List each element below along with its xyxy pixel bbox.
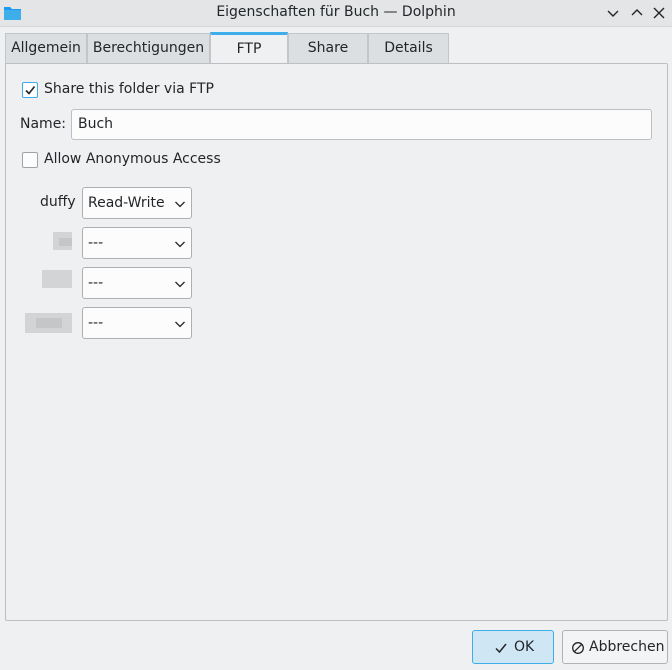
chevron-down-icon [175, 281, 185, 288]
user-label-duffy: duffy [40, 194, 76, 210]
ok-label: OK [514, 639, 535, 655]
anonymous-access-checkbox[interactable] [22, 152, 38, 168]
permission-value: --- [88, 315, 104, 331]
share-ftp-label[interactable]: Share this folder via FTP [44, 81, 214, 97]
tab-berechtigungen[interactable]: Berechtigungen [87, 33, 210, 64]
window-title: Eigenschaften für Buch — Dolphin [216, 4, 456, 20]
cancel-label: Abbrechen [589, 639, 665, 655]
cancel-icon [572, 642, 584, 654]
permission-select-user-3[interactable]: --- [82, 267, 192, 299]
chevron-down-icon [175, 201, 185, 208]
minimize-icon[interactable] [604, 4, 622, 22]
maximize-icon[interactable] [628, 4, 646, 22]
ok-button[interactable]: OK [472, 630, 554, 664]
checkmark-icon [495, 643, 507, 654]
close-icon[interactable] [650, 4, 668, 22]
permission-select-user-2[interactable]: --- [82, 227, 192, 259]
permission-value: --- [88, 275, 104, 291]
chevron-down-icon [175, 241, 185, 248]
cancel-button[interactable]: Abbrechen [562, 630, 668, 664]
permission-value: Read-Write [88, 195, 165, 211]
ftp-panel [5, 63, 668, 621]
permission-value: --- [88, 235, 104, 251]
name-input[interactable]: Buch [71, 109, 652, 140]
tab-details[interactable]: Details [368, 33, 449, 64]
tab-allgemein[interactable]: Allgemein [5, 33, 87, 64]
title-bar[interactable]: Eigenschaften für Buch — Dolphin [0, 0, 672, 27]
tab-share[interactable]: Share [288, 33, 368, 64]
chevron-down-icon [175, 321, 185, 328]
permission-select-duffy[interactable]: Read-Write [82, 187, 192, 219]
tab-ftp[interactable]: FTP [210, 32, 288, 65]
anonymous-access-label[interactable]: Allow Anonymous Access [44, 151, 221, 167]
permission-select-user-4[interactable]: --- [82, 307, 192, 339]
share-ftp-checkbox[interactable] [22, 82, 38, 98]
checkmark-icon [25, 86, 36, 95]
name-label: Name: [20, 116, 67, 132]
